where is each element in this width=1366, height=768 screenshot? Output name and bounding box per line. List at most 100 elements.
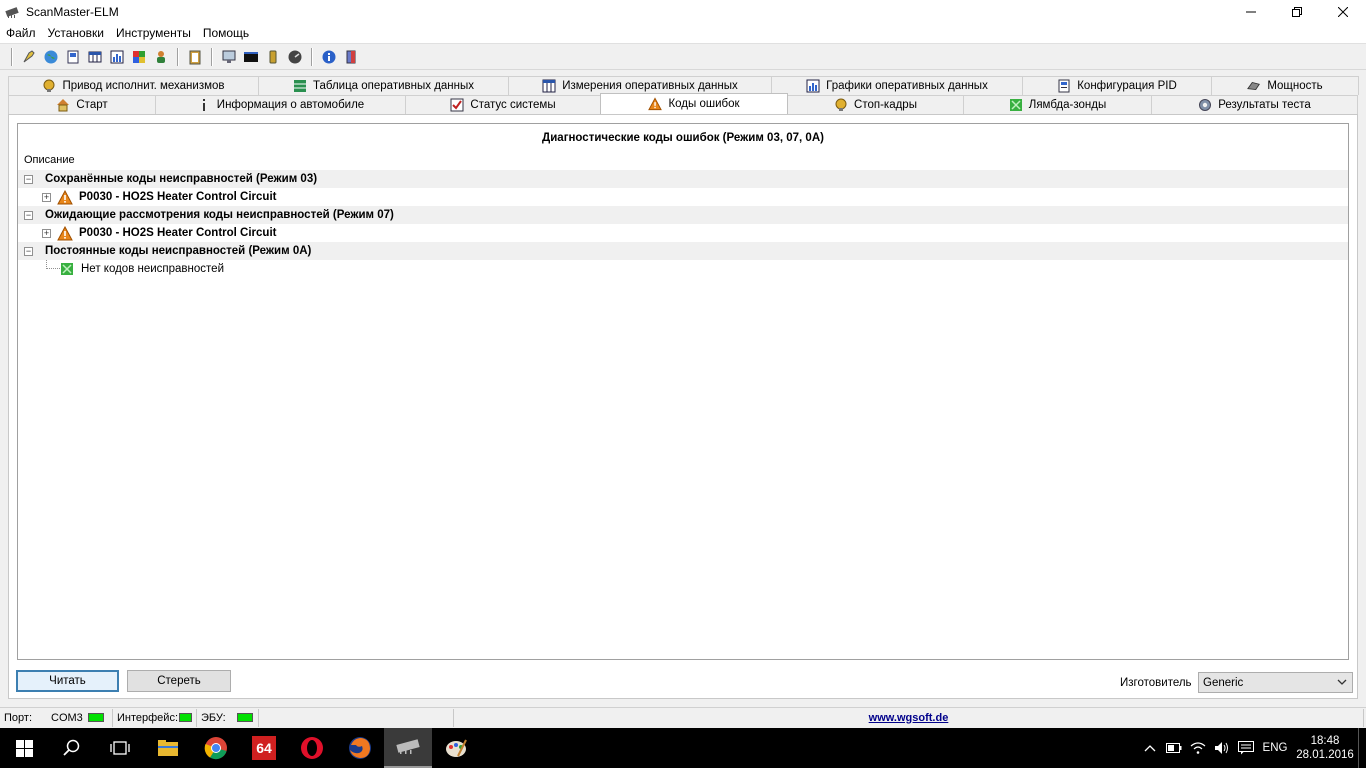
paint-icon[interactable] [432,728,480,768]
battery-icon[interactable] [262,46,284,68]
column-header-description[interactable]: Описание [24,154,75,166]
collapse-icon[interactable]: − [24,210,33,220]
monitor-icon[interactable] [218,46,240,68]
tree-item-dtc[interactable]: + P0030 - HO2S Heater Control Circuit [18,224,1348,242]
checklist-icon [450,98,464,112]
tree-item-dtc[interactable]: + P0030 - HO2S Heater Control Circuit [18,188,1348,206]
tab-freeze-frames[interactable]: Стоп-кадры [787,95,964,114]
actuator-icon [42,79,56,93]
tab-pid-config[interactable]: Конфигурация PID [1022,76,1212,95]
toolbar-separator [11,47,13,66]
tab-error-codes[interactable]: Коды ошибок [600,93,788,114]
manufacturer-select[interactable]: Generic [1198,672,1353,693]
port-led [87,713,104,722]
gauge-icon[interactable] [284,46,306,68]
user-icon[interactable] [150,46,172,68]
collapse-icon[interactable]: − [24,246,33,256]
dtc-tree: − Сохранённые коды неисправностей (Режим… [18,170,1348,278]
ecu-led [236,713,253,722]
file-explorer-icon[interactable] [144,728,192,768]
status-port: Порт: COM3 [0,708,113,727]
connect-icon[interactable] [18,46,40,68]
tree-group-pending[interactable]: − Ожидающие рассмотрения коды неисправно… [18,206,1348,224]
tab-live-data-charts[interactable]: Графики оперативных данных [771,76,1023,95]
tree-group-permanent[interactable]: − Постоянные коды неисправностей (Режим … [18,242,1348,260]
chart-icon [806,79,820,93]
restore-button[interactable] [1274,0,1320,23]
clipboard-icon[interactable] [184,46,206,68]
info-icon[interactable] [318,46,340,68]
status-empty [259,708,454,727]
tab-system-status[interactable]: Статус системы [405,95,601,114]
expand-icon[interactable]: + [42,192,51,202]
erase-button[interactable]: Стереть [127,670,231,692]
sensor-ok-icon [61,263,73,275]
window-title: ScanMaster-ELM [26,4,119,19]
tab-power[interactable]: Мощность [1211,76,1359,95]
grid-icon [542,79,556,93]
clock[interactable]: 18:48 28.01.2016 [1292,734,1358,762]
status-interface: Интерфейс: [113,708,197,727]
tab-start[interactable]: Старт [8,95,156,114]
read-button[interactable]: Читать [16,670,119,692]
dtc-heading: Диагностические коды ошибок (Режим 03, 0… [542,132,824,144]
toolbar-separator [177,47,179,66]
tab-oxygen-sensors[interactable]: Лямбда-зонды [963,95,1152,114]
wifi-icon[interactable] [1186,741,1210,755]
tab-row-bottom: Старт Информация о автомобиле Статус сис… [8,93,1358,114]
system-tray: ENG 18:48 28.01.2016 [1138,728,1366,768]
globe-icon[interactable] [40,46,62,68]
task-view-icon[interactable] [96,728,144,768]
dtc-tree-view[interactable]: Диагностические коды ошибок (Режим 03, 0… [17,123,1349,660]
chrome-icon[interactable] [192,728,240,768]
terminal-icon[interactable] [240,46,262,68]
chart-icon[interactable] [106,46,128,68]
battery-icon[interactable] [1162,743,1186,753]
tab-strip: Привод исполнит. механизмов Таблица опер… [8,76,1359,114]
opera-icon[interactable] [288,728,336,768]
app-icon [4,4,20,20]
colors-icon[interactable] [128,46,150,68]
warning-icon [57,189,73,205]
aida64-icon[interactable]: 64 [240,728,288,768]
title-bar: ScanMaster-ELM [0,0,1366,23]
start-button[interactable] [0,728,48,768]
minimize-button[interactable] [1228,0,1274,23]
tree-item-no-codes[interactable]: Нет кодов неисправностей [18,260,1348,278]
chevron-up-icon[interactable] [1138,744,1162,752]
gear-icon [1198,98,1212,112]
menu-settings[interactable]: Установки [42,23,110,43]
language-indicator[interactable]: ENG [1258,742,1292,754]
menu-file[interactable]: Файл [0,23,42,43]
volume-icon[interactable] [1210,741,1234,755]
scanmaster-taskbar-icon[interactable] [384,728,432,768]
menu-tools[interactable]: Инструменты [110,23,197,43]
exit-icon[interactable] [340,46,362,68]
tab-test-results[interactable]: Результаты теста [1151,95,1358,114]
document-icon[interactable] [62,46,84,68]
toolbar-separator [311,47,313,66]
status-link-cell: www.wgsoft.de [454,708,1364,727]
sensor-icon [1009,98,1023,112]
chevron-down-icon [1336,676,1348,691]
toolbar [0,43,1366,70]
close-button[interactable] [1320,0,1366,23]
taskbar: 64 ENG 18:48 28.01.2016 [0,728,1366,768]
warning-icon [648,97,663,111]
expand-icon[interactable]: + [42,228,51,238]
search-icon[interactable] [48,728,96,768]
tree-group-stored[interactable]: − Сохранённые коды неисправностей (Режим… [18,170,1348,188]
firefox-icon[interactable] [336,728,384,768]
collapse-icon[interactable]: − [24,174,33,184]
table-icon[interactable] [84,46,106,68]
menu-bar: Файл Установки Инструменты Помощь [0,23,1366,43]
status-bar: Порт: COM3 Интерфейс: ЭБУ: www.wgsoft.de [0,707,1366,727]
notifications-icon[interactable] [1234,741,1258,755]
tab-actuators[interactable]: Привод исполнит. механизмов [8,76,259,95]
menu-help[interactable]: Помощь [197,23,255,43]
show-desktop-button[interactable] [1358,728,1366,768]
website-link[interactable]: www.wgsoft.de [869,712,949,724]
tab-vehicle-info[interactable]: Информация о автомобиле [155,95,406,114]
toolbar-separator [211,47,213,66]
tab-live-data-table[interactable]: Таблица оперативных данных [258,76,509,95]
